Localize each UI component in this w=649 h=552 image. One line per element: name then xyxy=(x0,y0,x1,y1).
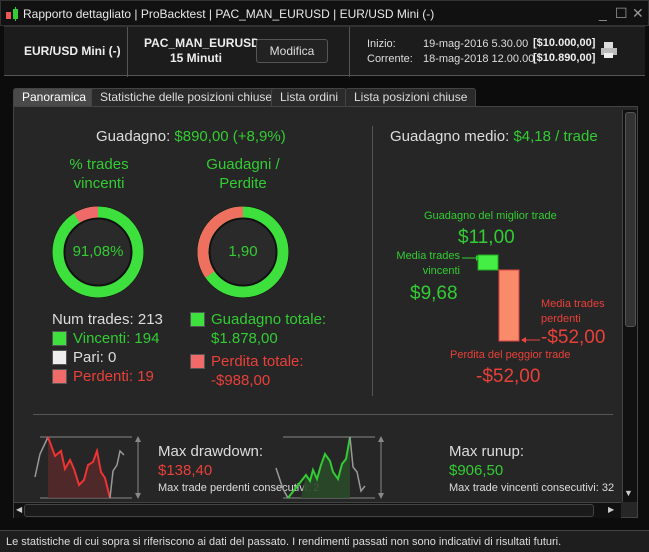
title-bar: Rapporto dettagliato | ProBacktest | PAC… xyxy=(0,0,649,26)
avg-win-bar xyxy=(477,254,499,271)
printer-icon[interactable] xyxy=(600,41,618,59)
scroll-thumb[interactable] xyxy=(625,112,636,327)
divider xyxy=(33,414,613,415)
close-button[interactable]: ✕ xyxy=(632,5,644,22)
scroll-right-icon[interactable]: ▶ xyxy=(608,505,614,514)
avg-loss-value: -$52,00 xyxy=(541,327,606,348)
header: EUR/USD Mini (-) PAC_MAN_EURUSD 15 Minut… xyxy=(4,26,645,77)
drawdown-value: $138,40 xyxy=(158,462,213,479)
trade-counts: Num trades: 213 Vincenti: 194 Pari: 0 Pe… xyxy=(52,310,163,386)
total-gain-value: $1.878,00 xyxy=(211,330,278,347)
timeframe: 15 Minuti xyxy=(170,51,223,65)
instrument-name: EUR/USD Mini (-) xyxy=(24,44,121,58)
start-label: Inizio: xyxy=(367,38,396,50)
start-capital: [$10.000,00] xyxy=(533,37,596,49)
runup-consecutive: Max trade vincenti consecutivi: 32 xyxy=(449,482,615,494)
strategy-name: PAC_MAN_EURUSD xyxy=(144,36,260,50)
losers-count: Perdenti: 19 xyxy=(73,368,154,385)
divider xyxy=(372,126,373,396)
scroll-down-icon[interactable]: ▼ xyxy=(624,488,633,498)
gl-title: Guadagni / Perdite xyxy=(206,156,280,192)
winners-count: Vincenti: 194 xyxy=(73,330,160,347)
best-trade-label: Guadagno del miglior trade xyxy=(424,210,557,222)
avg-loss-bar xyxy=(498,269,520,342)
status-bar: Le statistiche di cui sopra si riferisco… xyxy=(0,530,649,552)
totals: Guadagno totale: $1.878,00 Perdita total… xyxy=(190,310,326,390)
maximize-button[interactable]: ☐ xyxy=(615,5,628,22)
avg-gain: Guadagno medio: $4,18 / trade xyxy=(390,128,598,145)
avg-loss-label: Media trades perdenti xyxy=(541,298,605,325)
runup-value: $906,50 xyxy=(449,462,504,479)
win-rate-value: 91,08% xyxy=(72,243,124,260)
worst-trade-value: -$52,00 xyxy=(476,366,541,387)
even-count: Pari: 0 xyxy=(73,349,117,366)
worst-trade-label: Perdita del peggior trade xyxy=(450,349,571,361)
best-trade-value: $11,00 xyxy=(458,227,515,248)
app-candle-icon xyxy=(6,7,18,21)
horizontal-scrollbar[interactable]: ◀ ▶ xyxy=(14,502,621,518)
runup-chart xyxy=(275,436,384,499)
tab-panoramica[interactable]: Panoramica xyxy=(13,88,96,106)
gain-label: Guadagno: xyxy=(96,128,171,145)
tab-lista-posizioni[interactable]: Lista posizioni chiuse xyxy=(345,88,477,106)
window-title: Rapporto dettagliato | ProBacktest | PAC… xyxy=(23,7,435,21)
gain-loss-ratio: 1,90 xyxy=(228,243,258,260)
num-trades: Num trades: 213 xyxy=(52,311,163,328)
scroll-left-icon[interactable]: ◀ xyxy=(16,505,22,514)
avg-win-value: $9,68 xyxy=(410,283,458,304)
current-label: Corrente: xyxy=(367,53,413,65)
gain-summary: Guadagno: $890,00 (+8,9%) xyxy=(96,128,286,145)
drawdown-chart xyxy=(34,436,141,499)
vertical-scrollbar[interactable]: ▼ xyxy=(622,110,637,502)
total-loss-label: Perdita totale: xyxy=(211,353,304,370)
win-title: % trades vincenti xyxy=(69,156,129,192)
gain-value: $890,00 (+8,9%) xyxy=(174,128,286,145)
start-date: 19-mag-2016 5.30.00 xyxy=(423,38,529,50)
drawdown-label: Max drawdown: xyxy=(158,443,264,460)
runup-label: Max runup: xyxy=(449,443,525,460)
minimize-button[interactable]: _ xyxy=(599,5,607,21)
avg-win-label: Media trades vincenti xyxy=(396,250,460,277)
current-capital: [$10.890,00] xyxy=(533,52,596,64)
total-loss-value: -$988,00 xyxy=(211,372,271,389)
tab-statistiche[interactable]: Statistiche delle posizioni chiuse xyxy=(91,88,282,106)
modify-button[interactable]: Modifica xyxy=(256,39,328,63)
total-gain-label: Guadagno totale: xyxy=(211,311,327,328)
current-date: 18-mag-2018 12.00.00 xyxy=(423,53,535,65)
scroll-thumb[interactable] xyxy=(24,504,594,517)
tab-lista-ordini[interactable]: Lista ordini xyxy=(271,88,348,106)
